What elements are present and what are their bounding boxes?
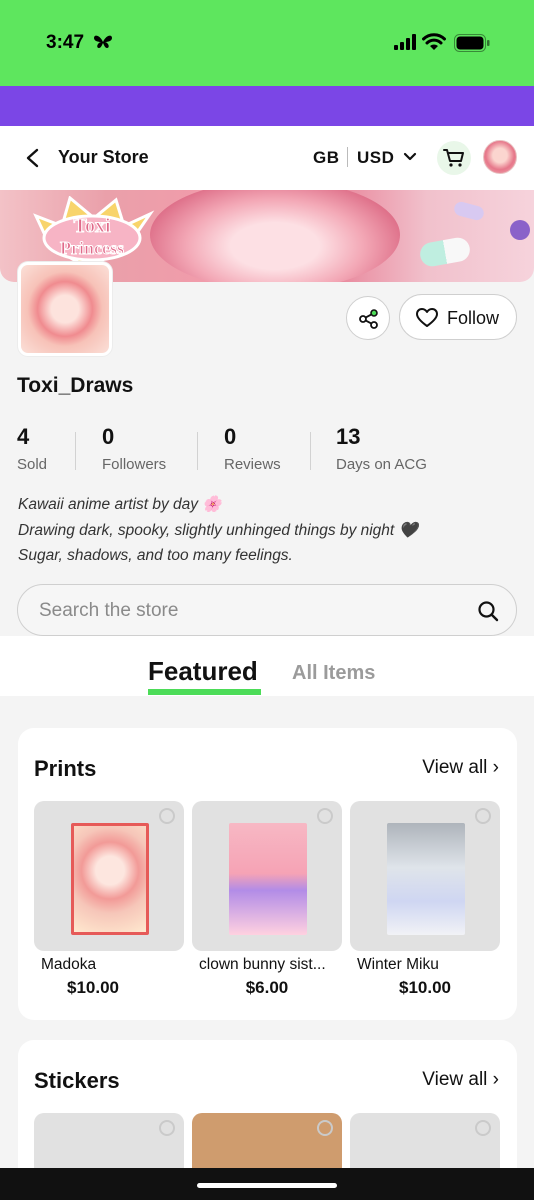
stat-divider bbox=[75, 432, 76, 470]
watermark-icon bbox=[159, 808, 175, 824]
product-thumbnail bbox=[71, 823, 149, 935]
pill-decoration bbox=[510, 220, 530, 240]
stat-value: 0 bbox=[102, 424, 115, 449]
bio-line: Sugar, shadows, and too many feelings. bbox=[18, 547, 293, 564]
store-bio: Kawaii anime artist by day 🌸 Drawing dar… bbox=[18, 492, 418, 569]
stat-days: 13 Days on ACG bbox=[336, 424, 427, 473]
wifi-icon bbox=[422, 33, 446, 50]
user-avatar[interactable] bbox=[483, 140, 517, 174]
svg-text:Toxi: Toxi bbox=[73, 215, 111, 237]
cart-button[interactable] bbox=[437, 141, 471, 175]
store-name: Toxi_Draws bbox=[17, 374, 134, 397]
tab-all-items[interactable]: All Items bbox=[292, 662, 375, 685]
section-title: Stickers bbox=[34, 1068, 120, 1093]
stat-divider bbox=[197, 432, 198, 470]
bio-line: Drawing dark, spooky, slightly unhinged … bbox=[18, 521, 418, 539]
currency-selector[interactable]: USD bbox=[357, 148, 394, 168]
pill-decoration bbox=[452, 200, 486, 222]
product-image[interactable] bbox=[34, 801, 184, 951]
product-image[interactable] bbox=[192, 801, 342, 951]
store-avatar bbox=[18, 262, 112, 356]
heart-icon bbox=[416, 308, 438, 327]
product-price: $6.00 bbox=[245, 978, 289, 997]
home-indicator[interactable] bbox=[197, 1183, 337, 1188]
chevron-down-icon[interactable] bbox=[403, 152, 417, 162]
stat-value: 13 bbox=[336, 424, 361, 449]
header-divider bbox=[347, 147, 348, 167]
cart-icon bbox=[443, 149, 464, 167]
product-thumbnail bbox=[229, 823, 307, 935]
search-icon[interactable] bbox=[477, 600, 499, 622]
view-all-prints-link[interactable]: View all › bbox=[422, 757, 499, 779]
store-tabs: Featured All Items bbox=[0, 636, 534, 696]
stat-reviews: 0 Reviews bbox=[224, 424, 281, 473]
stat-label: Days on ACG bbox=[336, 456, 427, 473]
product-name[interactable]: clown bunny sist... bbox=[199, 956, 326, 974]
stat-sold: 4 Sold bbox=[17, 424, 47, 473]
butterfly-icon bbox=[94, 35, 112, 48]
product-price: $10.00 bbox=[399, 978, 451, 997]
watermark-icon bbox=[159, 1120, 175, 1136]
stat-label: Followers bbox=[102, 456, 167, 473]
stat-value: 0 bbox=[224, 424, 237, 449]
watermark-icon bbox=[317, 1120, 333, 1136]
store-search-input[interactable]: Search the store bbox=[17, 584, 517, 636]
stat-value: 4 bbox=[17, 424, 30, 449]
signal-icon bbox=[394, 34, 416, 50]
watermark-icon bbox=[475, 1120, 491, 1136]
product-name[interactable]: Winter Miku bbox=[357, 956, 439, 974]
product-name[interactable]: Madoka bbox=[41, 956, 96, 974]
follow-label: Follow bbox=[447, 308, 500, 328]
section-title: Prints bbox=[34, 756, 97, 781]
battery-icon bbox=[454, 34, 490, 52]
store-avatar-art bbox=[21, 265, 109, 353]
product-thumbnail bbox=[387, 823, 465, 935]
share-icon bbox=[359, 309, 378, 329]
promo-band bbox=[0, 86, 534, 126]
product-price: $10.00 bbox=[67, 978, 119, 997]
pill-decoration bbox=[418, 235, 472, 269]
region-selector[interactable]: GB bbox=[313, 148, 340, 168]
product-image[interactable] bbox=[350, 801, 500, 951]
banner-character-art bbox=[150, 190, 400, 282]
follow-button[interactable]: Follow bbox=[399, 294, 517, 340]
watermark-icon bbox=[475, 808, 491, 824]
status-bar: 3:47 bbox=[0, 0, 534, 86]
app-header: Your Store GB USD bbox=[0, 126, 534, 190]
tab-featured[interactable]: Featured bbox=[148, 656, 258, 687]
stat-label: Sold bbox=[17, 456, 48, 473]
prints-section: Prints View all › Madoka $10.00 clown bu… bbox=[18, 728, 517, 1020]
watermark-icon bbox=[317, 808, 333, 824]
stat-divider bbox=[310, 432, 311, 470]
share-button[interactable] bbox=[346, 296, 390, 340]
back-arrow-icon[interactable] bbox=[22, 147, 44, 169]
status-time: 3:47 bbox=[46, 32, 85, 53]
stat-label: Reviews bbox=[224, 456, 281, 473]
svg-text:Princess: Princess bbox=[60, 238, 124, 258]
active-tab-indicator bbox=[148, 689, 261, 695]
bio-line: Kawaii anime artist by day 🌸 bbox=[18, 496, 222, 513]
header-title: Your Store bbox=[58, 147, 149, 167]
search-placeholder: Search the store bbox=[39, 600, 179, 621]
stat-followers: 0 Followers bbox=[102, 424, 166, 473]
view-all-stickers-link[interactable]: View all › bbox=[422, 1069, 499, 1091]
